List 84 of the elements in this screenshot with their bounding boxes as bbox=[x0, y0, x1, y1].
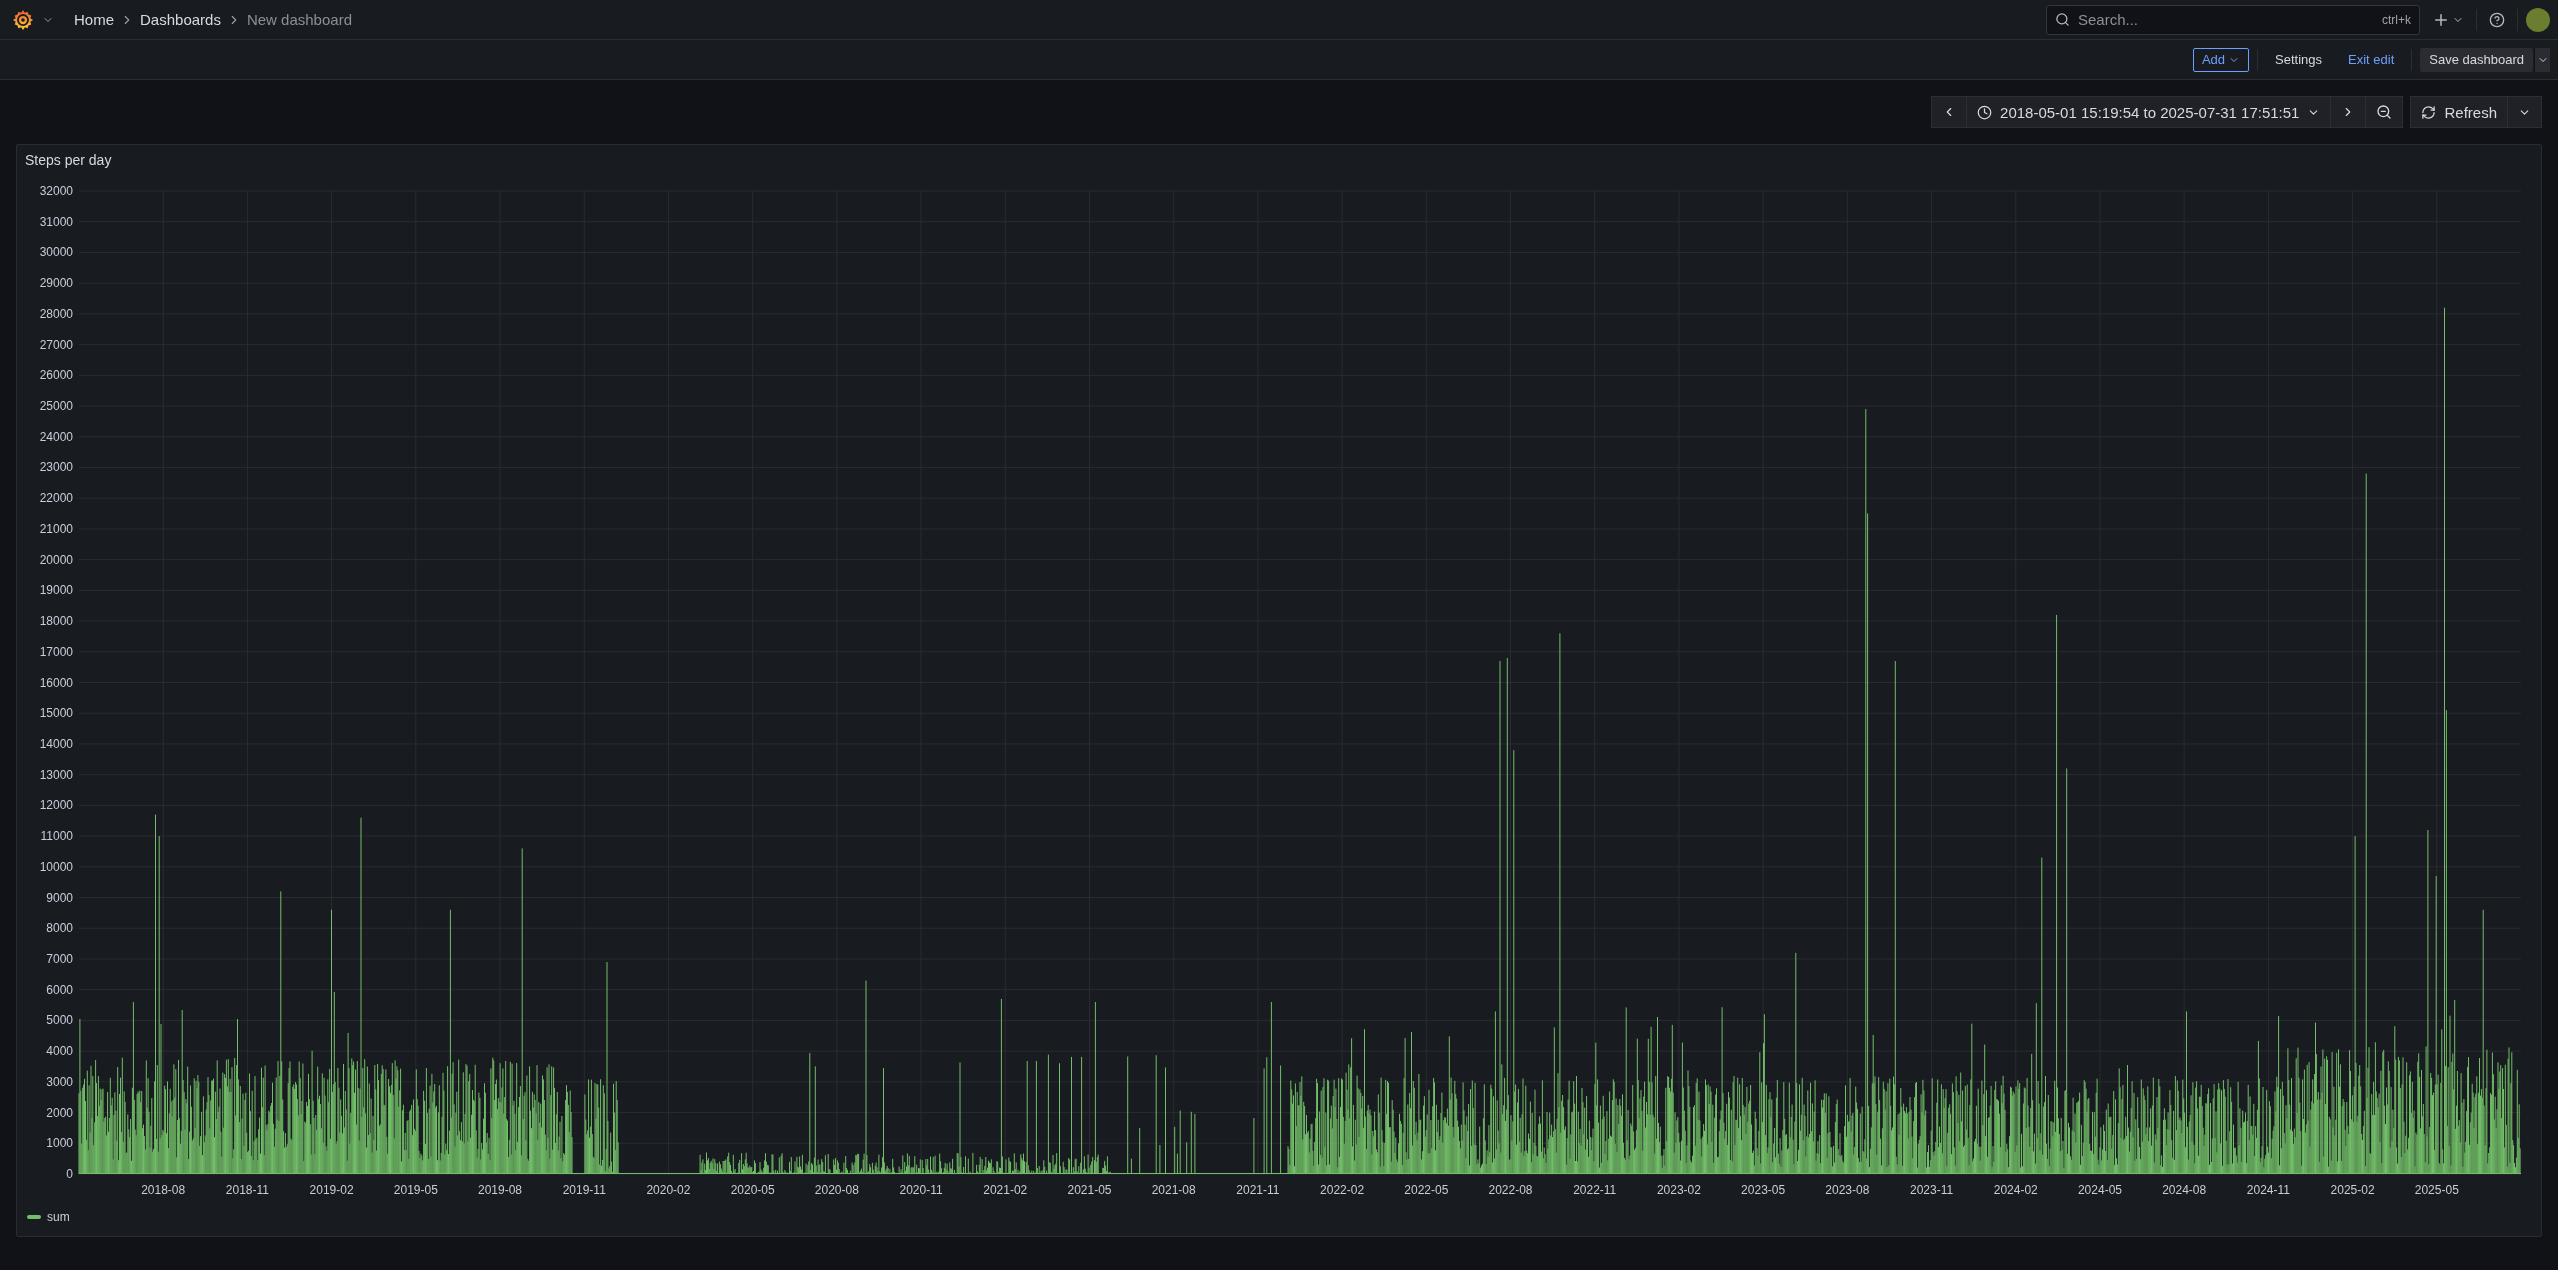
user-avatar[interactable] bbox=[2526, 7, 2550, 32]
y-axis-label: 4000 bbox=[46, 1044, 73, 1059]
panel-title: Steps per day bbox=[25, 151, 113, 170]
toolbar-button[interactable]: Exit edit bbox=[2339, 47, 2404, 72]
x-axis-label: 2020-02 bbox=[646, 1183, 691, 1197]
toolbar-button[interactable]: Add bbox=[2192, 47, 2250, 72]
x-axis-label: 2025-02 bbox=[2330, 1183, 2375, 1197]
y-axis-label: 6000 bbox=[46, 982, 73, 997]
toolbar-button[interactable]: Save dashboard bbox=[2420, 47, 2533, 72]
search-field[interactable]: Search... ctrl+k bbox=[2046, 4, 2420, 35]
legend-label[interactable]: sum bbox=[47, 1210, 70, 1224]
x-axis-label: 2023-08 bbox=[1825, 1183, 1870, 1197]
y-axis-label: 7000 bbox=[46, 951, 73, 966]
save-options-button[interactable] bbox=[2534, 47, 2550, 72]
y-axis-label: 3000 bbox=[46, 1074, 73, 1089]
x-axis-label: 2021-08 bbox=[1151, 1183, 1196, 1197]
x-axis-label: 2020-05 bbox=[730, 1183, 775, 1197]
y-axis-label: 20000 bbox=[39, 552, 73, 567]
x-axis-label: 2020-08 bbox=[814, 1183, 859, 1197]
x-axis-label: 2023-05 bbox=[1741, 1183, 1786, 1197]
x-axis-label: 2023-02 bbox=[1656, 1183, 1701, 1197]
y-axis-label: 30000 bbox=[39, 245, 73, 260]
y-axis-label: 1000 bbox=[46, 1136, 73, 1151]
y-axis-label: 26000 bbox=[39, 368, 73, 383]
y-axis-label: 12000 bbox=[39, 798, 73, 813]
x-axis-label: 2018-08 bbox=[141, 1183, 186, 1197]
y-axis-label: 18000 bbox=[39, 614, 73, 629]
y-axis-label: 9000 bbox=[46, 890, 73, 905]
zoom-out-button[interactable] bbox=[2365, 96, 2404, 128]
x-axis-label: 2020-11 bbox=[899, 1183, 943, 1197]
x-axis-label: 2021-02 bbox=[983, 1183, 1028, 1197]
logo-icon[interactable] bbox=[12, 8, 34, 31]
y-axis-label: 14000 bbox=[39, 736, 73, 751]
y-axis-label: 5000 bbox=[46, 1013, 73, 1028]
x-axis-label: 2019-05 bbox=[393, 1183, 438, 1197]
y-axis-label: 32000 bbox=[39, 184, 73, 198]
x-axis-label: 2025-05 bbox=[2414, 1183, 2459, 1197]
y-axis-label: 21000 bbox=[39, 521, 73, 536]
y-axis-label: 31000 bbox=[39, 214, 73, 229]
y-axis-label: 17000 bbox=[39, 644, 73, 659]
y-axis-label: 19000 bbox=[39, 583, 73, 598]
refresh-icon bbox=[2421, 104, 2437, 120]
breadcrumb-link[interactable]: New dashboard bbox=[246, 11, 352, 28]
x-axis-label: 2019-11 bbox=[562, 1183, 606, 1197]
y-axis-label: 23000 bbox=[39, 460, 73, 475]
y-axis-label: 2000 bbox=[46, 1105, 73, 1120]
x-axis-label: 2022-02 bbox=[1320, 1183, 1365, 1197]
y-axis-label: 10000 bbox=[39, 859, 73, 874]
x-axis-label: 2024-05 bbox=[2077, 1183, 2122, 1197]
search-input[interactable]: Search... bbox=[2076, 10, 2376, 29]
x-axis-label: 2022-05 bbox=[1404, 1183, 1449, 1197]
clock-icon bbox=[1977, 104, 1993, 120]
y-axis-label: 25000 bbox=[39, 399, 73, 414]
x-axis-label: 2024-08 bbox=[2162, 1183, 2207, 1197]
y-axis-label: 13000 bbox=[39, 767, 73, 782]
shortcut-hint: ctrl+k bbox=[2382, 12, 2411, 27]
y-axis-label: 11000 bbox=[40, 829, 73, 844]
search-icon bbox=[2055, 12, 2070, 27]
x-axis-label: 2018-11 bbox=[225, 1183, 269, 1197]
breadcrumb-link[interactable]: Home bbox=[74, 11, 114, 28]
x-axis-label: 2024-11 bbox=[2246, 1183, 2290, 1197]
x-axis-label: 2024-02 bbox=[1993, 1183, 2038, 1197]
y-axis-label: 15000 bbox=[39, 706, 73, 721]
x-axis-label: 2022-08 bbox=[1488, 1183, 1533, 1197]
y-axis-label: 8000 bbox=[46, 921, 73, 936]
toolbar-button[interactable]: Settings bbox=[2266, 47, 2332, 72]
y-axis-label: 27000 bbox=[39, 337, 73, 352]
y-axis-label: 16000 bbox=[39, 675, 73, 690]
time-range-picker[interactable]: 2018-05-01 15:19:54 to 2025-07-31 17:51:51 bbox=[1966, 96, 2332, 128]
y-axis-label: 0 bbox=[66, 1167, 73, 1181]
x-axis-label: 2019-08 bbox=[478, 1183, 523, 1197]
x-axis-label: 2019-02 bbox=[309, 1183, 354, 1197]
y-axis-label: 28000 bbox=[39, 306, 73, 321]
x-axis-label: 2022-11 bbox=[1573, 1183, 1617, 1197]
y-axis-label: 24000 bbox=[39, 429, 73, 444]
help-icon bbox=[2489, 11, 2505, 28]
x-axis-label: 2023-11 bbox=[1909, 1183, 1954, 1197]
breadcrumb-link[interactable]: Dashboards bbox=[140, 11, 221, 28]
y-axis-label: 29000 bbox=[39, 276, 73, 291]
zoom-out-icon bbox=[2376, 104, 2393, 120]
refresh-button[interactable]: Refresh bbox=[2410, 96, 2508, 128]
y-axis-label: 22000 bbox=[39, 491, 73, 506]
x-axis-label: 2021-11 bbox=[1236, 1183, 1280, 1197]
x-axis-label: 2021-05 bbox=[1067, 1183, 1112, 1197]
